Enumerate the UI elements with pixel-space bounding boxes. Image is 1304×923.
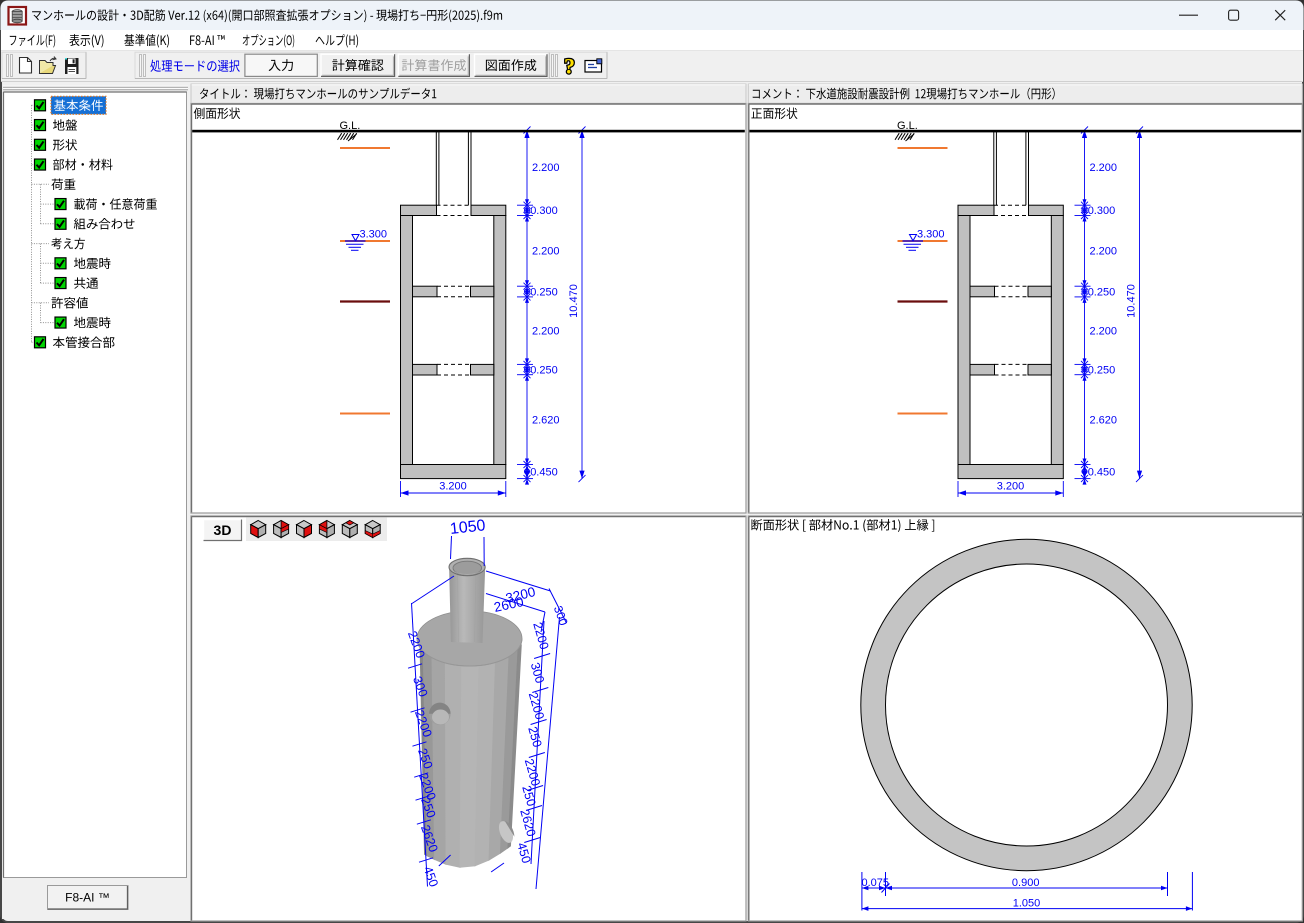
svg-text:0.075: 0.075: [862, 877, 890, 889]
svg-text:1.050: 1.050: [1013, 897, 1041, 909]
svg-text:0.900: 0.900: [1012, 877, 1040, 889]
svg-text:?: ?: [564, 54, 575, 79]
svg-text:3D: 3D: [214, 522, 232, 538]
svg-text:F8-AI ™: F8-AI ™: [65, 891, 110, 905]
